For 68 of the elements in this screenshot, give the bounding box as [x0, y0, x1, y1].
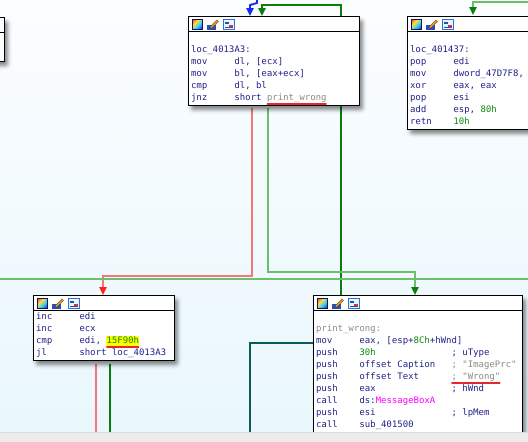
mnemonic-text: push [316, 359, 339, 371]
comment-text: ; lpMem [451, 407, 490, 419]
pencil-icon[interactable] [332, 298, 344, 308]
operand-text: short print_wrong [234, 92, 326, 104]
operand-text: esi [359, 407, 377, 419]
mnemonic-text: push [316, 407, 339, 419]
pencil-icon[interactable] [207, 18, 219, 30]
operand-text: ecx [79, 323, 96, 335]
operand-text: sub_401500 [359, 419, 414, 431]
operand-text: offset Text [359, 371, 420, 383]
operand-text: 30h [359, 347, 377, 359]
mnemonic-text: pop [410, 92, 428, 104]
mnemonic-text: inc [36, 323, 54, 335]
operand-text: eax, eax [453, 80, 497, 92]
operand-text: ds:MessageBoxA [359, 395, 436, 407]
operand-text: eax [359, 383, 377, 395]
mnemonic-text: add [410, 104, 428, 116]
operand-text: edi [453, 56, 470, 68]
pencil-icon[interactable] [52, 298, 64, 308]
color-palette-icon[interactable] [37, 298, 48, 308]
mnemonic-text: jnz [191, 92, 208, 104]
operand-text: edi, 15F90h [79, 335, 139, 347]
graph-icon[interactable] [348, 298, 360, 308]
graph-icon[interactable] [442, 18, 454, 30]
operand-text: edi [79, 311, 96, 323]
flow-arrow [469, 1, 528, 15]
label-text: loc_401437: [410, 44, 470, 56]
mnemonic-text: push [316, 383, 339, 395]
mnemonic-text: pop [410, 56, 428, 68]
comment-text: ; uType [451, 347, 490, 359]
comment-text: ; "ImagePrc" [451, 359, 516, 371]
operand-text: short loc_4013A3 [79, 347, 166, 359]
pencil-icon[interactable] [426, 18, 438, 30]
scrollbar[interactable] [0, 432, 528, 442]
operand-text: bl, [eax+ecx] [234, 68, 305, 80]
operand-text: dword_47D7F8, [453, 68, 524, 80]
mnemonic-text: mov [191, 56, 208, 68]
mnemonic-text: xor [410, 80, 428, 92]
mnemonic-text: push [316, 347, 339, 359]
mnemonic-text: cmp [191, 80, 208, 92]
label-text: loc_4013A3: [191, 44, 251, 56]
color-palette-icon[interactable] [411, 18, 422, 30]
mnemonic-text: cmp [36, 335, 54, 347]
mnemonic-text: inc [36, 311, 54, 323]
mnemonic-text: retn [410, 116, 433, 128]
edge-line [109, 364, 111, 432]
operand-text: esi [453, 92, 470, 104]
mnemonic-text: push [316, 371, 339, 383]
operand-text: dl, [ecx] [234, 56, 284, 68]
operand-text: eax, [esp+8Ch+hWnd] [359, 335, 462, 347]
comment-text: ; hWnd [451, 383, 484, 395]
operand-text: dl, bl [234, 80, 267, 92]
label-text: print_wrong: [316, 323, 382, 335]
color-palette-icon[interactable] [192, 18, 203, 30]
mnemonic-text: mov [410, 68, 428, 80]
graph-icon[interactable] [68, 298, 80, 308]
edge-line [95, 364, 97, 432]
graph-icon[interactable] [223, 18, 235, 30]
operand-text: offset Caption [359, 359, 436, 371]
comment-text: ; "Wrong" [451, 371, 500, 383]
mnemonic-text: mov [316, 335, 334, 347]
mnemonic-text: jl [36, 347, 48, 359]
operand-text: esp, 80h [453, 104, 497, 116]
color-palette-icon[interactable] [317, 298, 328, 308]
mnemonic-text: call [316, 395, 339, 407]
mnemonic-text: mov [191, 68, 208, 80]
operand-text: 10h [453, 116, 470, 128]
mnemonic-text: call [316, 419, 339, 431]
